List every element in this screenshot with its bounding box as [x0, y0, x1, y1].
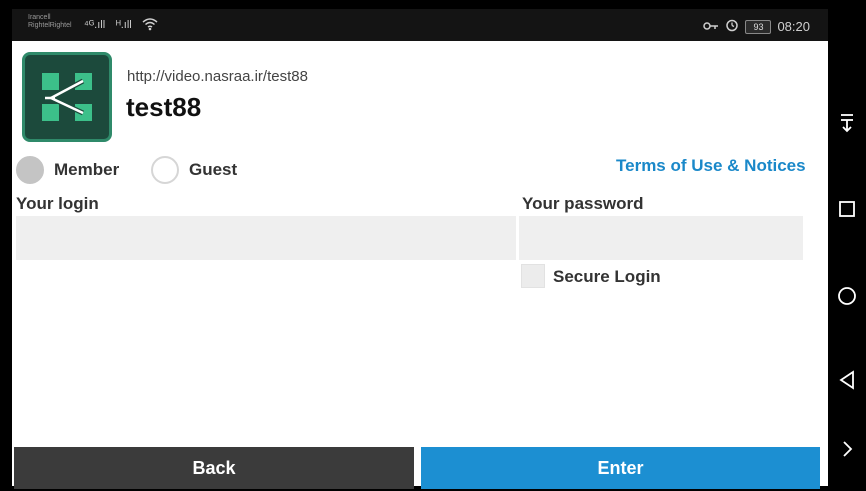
alarm-icon — [725, 18, 739, 35]
carrier-names: Irancell RightelRightel — [28, 14, 72, 30]
clock: 08:20 — [777, 19, 810, 34]
meeting-title: test88 — [126, 92, 202, 122]
secure-login-label: Secure Login — [553, 267, 661, 286]
status-bar: Irancell RightelRightel ⁴ᴳ.ıll ᴴ.ıll 93 … — [12, 9, 828, 41]
enter-button[interactable]: Enter — [421, 447, 820, 489]
key-icon — [703, 19, 719, 34]
meeting-url: http://video.nasraa.ir/test88 — [127, 68, 308, 85]
login-label: Your login — [16, 194, 99, 213]
top-frame — [0, 0, 866, 9]
left-frame — [0, 0, 12, 491]
member-label: Member — [54, 160, 120, 179]
password-label: Your password — [522, 194, 644, 213]
back-triangle-icon[interactable] — [828, 370, 866, 396]
status-right-group: 93 08:20 — [703, 18, 810, 35]
secure-login-checkbox[interactable] — [521, 264, 545, 288]
guest-radio[interactable] — [151, 156, 179, 184]
navigation-bar — [828, 0, 866, 491]
expand-notifications-icon[interactable] — [828, 112, 866, 140]
terms-of-use-link[interactable]: Terms of Use & Notices — [616, 156, 806, 176]
guest-label: Guest — [189, 160, 238, 179]
guest-radio-option[interactable]: Guest — [151, 155, 237, 185]
signal-icon-2: ᴴ.ıll — [116, 19, 132, 31]
carrier-name-1: Irancell — [28, 14, 51, 21]
recents-square-icon[interactable] — [828, 200, 866, 224]
wifi-icon — [142, 17, 158, 34]
back-button[interactable]: Back — [14, 447, 414, 489]
member-radio[interactable] — [16, 156, 44, 184]
password-input[interactable] — [519, 216, 803, 260]
signal-icon-1: ⁴ᴳ.ıll — [84, 19, 106, 31]
adobe-connect-logo — [22, 52, 112, 142]
home-circle-icon[interactable] — [828, 286, 866, 312]
chevron-right-icon[interactable] — [828, 440, 866, 464]
battery-icon: 93 — [745, 19, 772, 34]
member-radio-option[interactable]: Member — [16, 155, 119, 185]
carrier-name-2: RightelRightel — [28, 22, 72, 29]
login-input[interactable] — [16, 216, 516, 260]
